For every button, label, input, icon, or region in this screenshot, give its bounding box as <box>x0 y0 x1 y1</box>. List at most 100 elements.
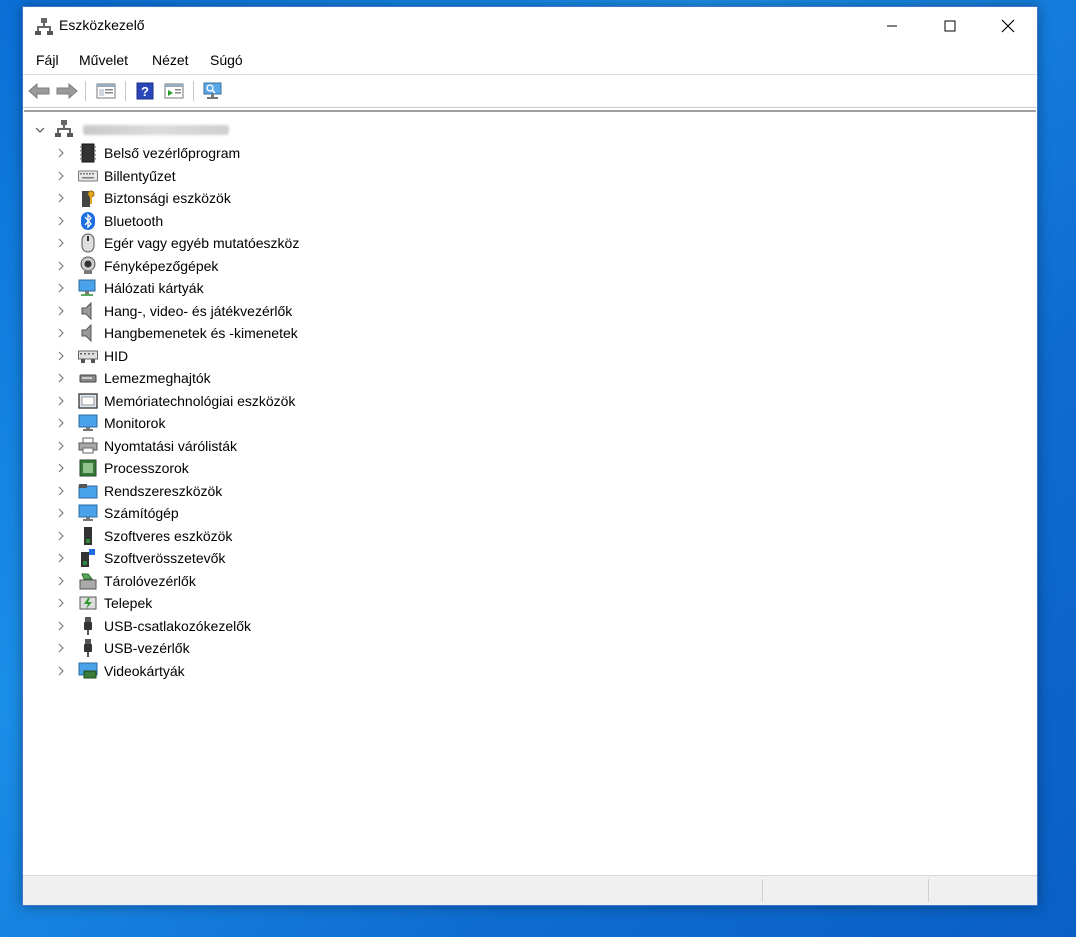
device-category-label: USB-csatlakozókezelők <box>104 617 252 634</box>
device-category-row[interactable]: Monitorok <box>54 412 165 434</box>
device-category-label: Hang-, video- és játékvezérlők <box>104 302 293 319</box>
device-category-label: Billentyűzet <box>104 167 176 184</box>
menu-action[interactable]: Művelet <box>79 52 128 68</box>
software-component-icon <box>78 548 98 568</box>
tree-root[interactable] <box>34 119 229 142</box>
action-pane-icon <box>164 83 184 99</box>
status-separator <box>928 879 929 902</box>
chevron-right-icon[interactable] <box>54 236 68 250</box>
device-category-label: Monitorok <box>104 415 166 431</box>
speaker-icon <box>78 323 98 343</box>
device-category-row[interactable]: Szoftveres eszközök <box>54 525 232 547</box>
processor-icon <box>78 458 98 478</box>
hid-icon <box>78 346 98 366</box>
device-category-row[interactable]: Processzorok <box>54 457 189 479</box>
close-button[interactable] <box>979 7 1037 45</box>
chevron-right-icon[interactable] <box>54 304 68 318</box>
chevron-right-icon[interactable] <box>54 551 68 565</box>
device-category-row[interactable]: Nyomtatási várólisták <box>54 435 237 457</box>
status-bar <box>23 875 1037 905</box>
forward-arrow-icon <box>56 83 78 99</box>
close-icon <box>1001 19 1015 33</box>
security-device-icon <box>78 188 98 208</box>
minimize-button[interactable] <box>863 7 921 45</box>
device-category-label: Fényképezőgépek <box>104 257 219 274</box>
computer-tree-icon <box>55 119 73 142</box>
chevron-right-icon[interactable] <box>54 259 68 273</box>
device-category-label: Szoftverösszetevők <box>104 550 226 566</box>
battery-icon <box>78 593 98 613</box>
chevron-right-icon[interactable] <box>54 326 68 340</box>
device-category-label: Biztonsági eszközök <box>104 190 231 206</box>
camera-icon <box>78 256 98 276</box>
chevron-right-icon[interactable] <box>54 371 68 385</box>
device-category-row[interactable]: Szoftverösszetevők <box>54 547 225 569</box>
menu-help[interactable]: Súgó <box>210 52 243 68</box>
device-category-label: Hálózati kártyák <box>104 280 204 296</box>
chevron-right-icon[interactable] <box>54 394 68 408</box>
chevron-right-icon[interactable] <box>54 484 68 498</box>
device-category-label: Tárolóvezérlők <box>104 572 196 589</box>
scan-hardware-icon <box>203 82 222 99</box>
chevron-right-icon[interactable] <box>54 529 68 543</box>
svg-text:?: ? <box>141 84 149 99</box>
device-category-row[interactable]: Fényképezőgépek <box>54 255 218 277</box>
chevron-right-icon[interactable] <box>54 506 68 520</box>
chevron-right-icon[interactable] <box>54 349 68 363</box>
toolbar: ? <box>23 74 1037 108</box>
chevron-down-icon[interactable] <box>34 124 46 136</box>
device-category-row[interactable]: Telepek <box>54 592 152 614</box>
help-icon: ? <box>136 82 154 100</box>
device-manager-window: Eszközkezelő Fájl Művelet Nézet Súgó ? B… <box>22 6 1038 906</box>
device-category-row[interactable]: USB-csatlakozókezelők <box>54 615 251 637</box>
window-title: Eszközkezelő <box>59 17 145 33</box>
toolbar-separator <box>125 81 126 101</box>
device-category-row[interactable]: Bluetooth <box>54 210 163 232</box>
chevron-right-icon[interactable] <box>54 214 68 228</box>
device-category-row[interactable]: Rendszereszközök <box>54 480 222 502</box>
device-category-row[interactable]: Számítógép <box>54 502 179 524</box>
device-category-row[interactable]: Lemezmeghajtók <box>54 367 211 389</box>
scan-hardware-button[interactable] <box>202 81 224 101</box>
chevron-right-icon[interactable] <box>54 461 68 475</box>
chevron-right-icon[interactable] <box>54 619 68 633</box>
device-category-row[interactable]: Memóriatechnológiai eszközök <box>54 390 295 412</box>
chevron-right-icon[interactable] <box>54 191 68 205</box>
device-category-row[interactable]: Biztonsági eszközök <box>54 187 231 209</box>
device-category-row[interactable]: Belső vezérlőprogram <box>54 142 240 164</box>
forward-button[interactable] <box>56 81 78 101</box>
menu-view[interactable]: Nézet <box>152 52 189 68</box>
usb-icon <box>78 638 98 658</box>
device-category-label: Videokártyák <box>104 662 185 679</box>
device-category-row[interactable]: Billentyűzet <box>54 165 176 187</box>
chevron-right-icon[interactable] <box>54 574 68 588</box>
device-category-row[interactable]: Hálózati kártyák <box>54 277 204 299</box>
device-category-label: Memóriatechnológiai eszközök <box>104 392 296 409</box>
device-manager-app-icon <box>35 17 53 35</box>
chevron-right-icon[interactable] <box>54 416 68 430</box>
device-category-row[interactable]: Hang-, video- és játékvezérlők <box>54 300 292 322</box>
chevron-right-icon[interactable] <box>54 439 68 453</box>
chevron-right-icon[interactable] <box>54 281 68 295</box>
properties-pane-button[interactable] <box>95 81 117 101</box>
chevron-right-icon[interactable] <box>54 169 68 183</box>
chevron-right-icon[interactable] <box>54 146 68 160</box>
device-category-row[interactable]: Hangbemenetek és -kimenetek <box>54 322 298 344</box>
back-button[interactable] <box>28 81 50 101</box>
menu-file[interactable]: Fájl <box>36 52 59 68</box>
chevron-right-icon[interactable] <box>54 641 68 655</box>
maximize-button[interactable] <box>921 7 979 45</box>
action-pane-button[interactable] <box>163 81 185 101</box>
device-category-row[interactable]: USB-vezérlők <box>54 637 190 659</box>
chevron-right-icon[interactable] <box>54 596 68 610</box>
title-bar[interactable]: Eszközkezelő <box>23 7 1037 45</box>
device-category-row[interactable]: Videokártyák <box>54 660 185 682</box>
help-button[interactable]: ? <box>134 81 156 101</box>
device-category-label: Számítógép <box>104 505 179 521</box>
chevron-right-icon[interactable] <box>54 664 68 678</box>
device-category-row[interactable]: HID <box>54 345 128 367</box>
status-separator <box>762 879 763 902</box>
device-category-row[interactable]: Egér vagy egyéb mutatóeszköz <box>54 232 299 254</box>
keyboard-icon <box>78 166 98 186</box>
device-category-row[interactable]: Tárolóvezérlők <box>54 570 196 592</box>
